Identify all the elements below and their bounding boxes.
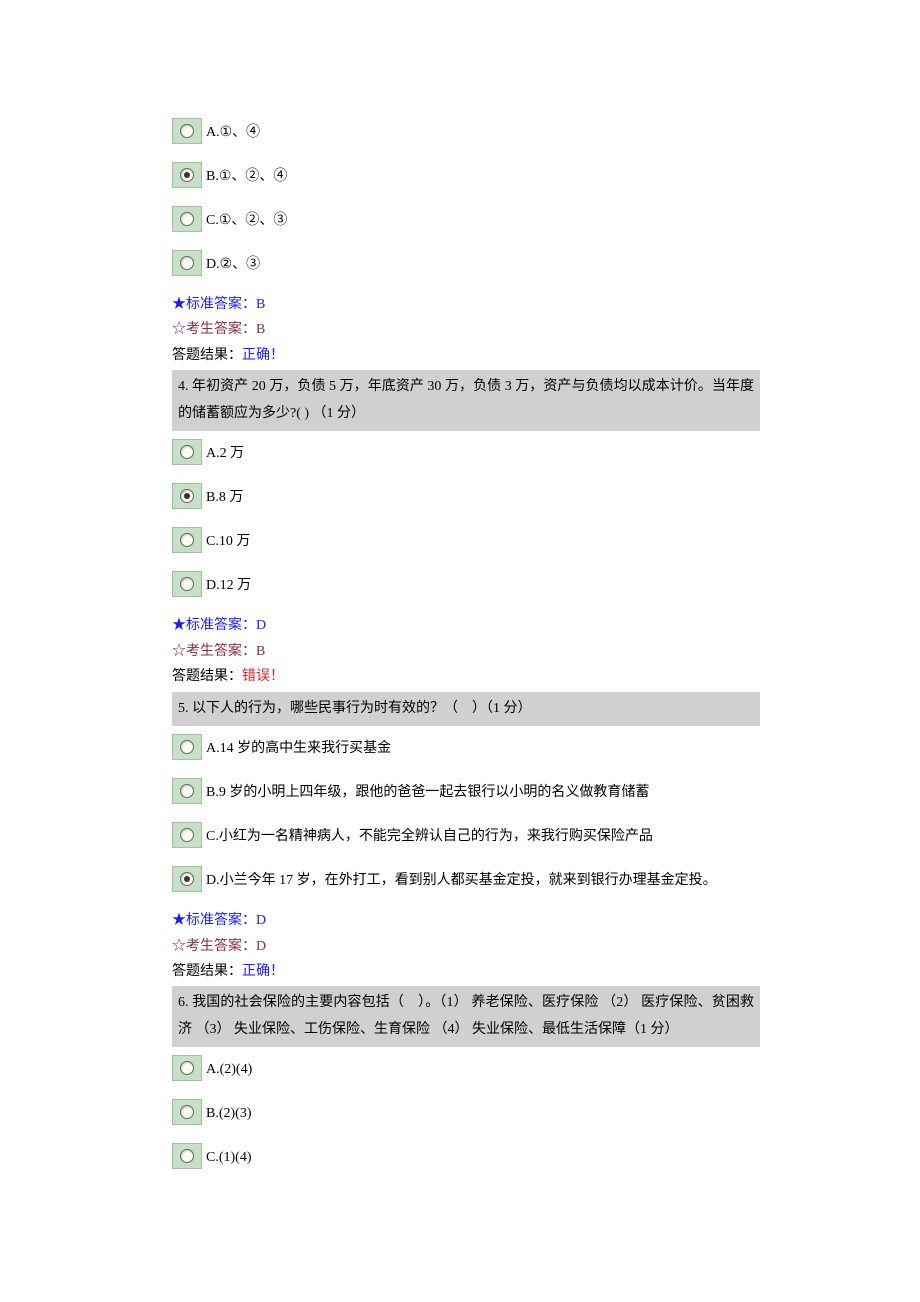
q4-option-c[interactable]: C.10 万 <box>172 527 760 553</box>
q3-standard-answer: ★标准答案：B <box>172 294 760 316</box>
option-label: B.(2)(3) <box>206 1103 252 1125</box>
q4-result: 答题结果：错误！ <box>172 666 760 688</box>
q3-user-answer: ☆考生答案：B <box>172 319 760 341</box>
option-label: B.9 岁的小明上四年级，跟他的爸爸一起去银行以小明的名义做教育储蓄 <box>206 782 649 804</box>
q3-result: 答题结果：正确！ <box>172 345 760 367</box>
option-label: A.2 万 <box>206 443 244 465</box>
q3-option-a[interactable]: A.①、④ <box>172 118 760 144</box>
radio-icon <box>172 866 202 892</box>
q4-question-text: 4. 年初资产 20 万，负债 5 万，年底资产 30 万，负债 3 万，资产与… <box>172 370 760 431</box>
option-label: C.10 万 <box>206 531 250 553</box>
q5-user-answer: ☆考生答案：D <box>172 936 760 958</box>
radio-icon <box>172 483 202 509</box>
q5-standard-answer: ★标准答案：D <box>172 910 760 932</box>
q3-option-d[interactable]: D.②、③ <box>172 250 760 276</box>
option-label: C.小红为一名精神病人，不能完全辨认自己的行为，来我行购买保险产品 <box>206 826 653 848</box>
q6-option-b[interactable]: B.(2)(3) <box>172 1099 760 1125</box>
q5-result: 答题结果：正确！ <box>172 961 760 983</box>
option-label: A.①、④ <box>206 122 260 144</box>
q5-option-d[interactable]: D.小兰今年 17 岁，在外打工，看到别人都买基金定投，就来到银行办理基金定投。 <box>172 866 760 892</box>
q5-option-b[interactable]: B.9 岁的小明上四年级，跟他的爸爸一起去银行以小明的名义做教育储蓄 <box>172 778 760 804</box>
option-label: D.12 万 <box>206 575 251 597</box>
q4-option-b[interactable]: B.8 万 <box>172 483 760 509</box>
q6-option-c[interactable]: C.(1)(4) <box>172 1143 760 1169</box>
radio-icon <box>172 1055 202 1081</box>
radio-icon <box>172 734 202 760</box>
q5-option-c[interactable]: C.小红为一名精神病人，不能完全辨认自己的行为，来我行购买保险产品 <box>172 822 760 848</box>
radio-icon <box>172 1099 202 1125</box>
radio-icon <box>172 822 202 848</box>
q4-option-a[interactable]: A.2 万 <box>172 439 760 465</box>
radio-icon <box>172 250 202 276</box>
radio-icon <box>172 778 202 804</box>
radio-icon <box>172 439 202 465</box>
radio-icon <box>172 118 202 144</box>
q4-user-answer: ☆考生答案：B <box>172 641 760 663</box>
option-label: C.①、②、③ <box>206 210 287 232</box>
q5-question-text: 5. 以下人的行为，哪些民事行为时有效的？（ ）（1 分） <box>172 692 760 727</box>
q4-standard-answer: ★标准答案：D <box>172 615 760 637</box>
radio-icon <box>172 571 202 597</box>
q3-option-c[interactable]: C.①、②、③ <box>172 206 760 232</box>
radio-icon <box>172 162 202 188</box>
q3-option-b[interactable]: B.①、②、④ <box>172 162 760 188</box>
radio-icon <box>172 206 202 232</box>
radio-icon <box>172 527 202 553</box>
q4-option-d[interactable]: D.12 万 <box>172 571 760 597</box>
q5-option-a[interactable]: A.14 岁的高中生来我行买基金 <box>172 734 760 760</box>
option-label: C.(1)(4) <box>206 1147 252 1169</box>
option-label: D.②、③ <box>206 254 260 276</box>
option-label: A.14 岁的高中生来我行买基金 <box>206 738 391 760</box>
option-label: A.(2)(4) <box>206 1059 252 1081</box>
option-label: B.①、②、④ <box>206 166 287 188</box>
radio-icon <box>172 1143 202 1169</box>
q6-option-a[interactable]: A.(2)(4) <box>172 1055 760 1081</box>
option-label: D.小兰今年 17 岁，在外打工，看到别人都买基金定投，就来到银行办理基金定投。 <box>206 870 717 892</box>
q6-question-text: 6. 我国的社会保险的主要内容包括（ ）。（1） 养老保险、医疗保险 （2） 医… <box>172 986 760 1047</box>
option-label: B.8 万 <box>206 487 243 509</box>
